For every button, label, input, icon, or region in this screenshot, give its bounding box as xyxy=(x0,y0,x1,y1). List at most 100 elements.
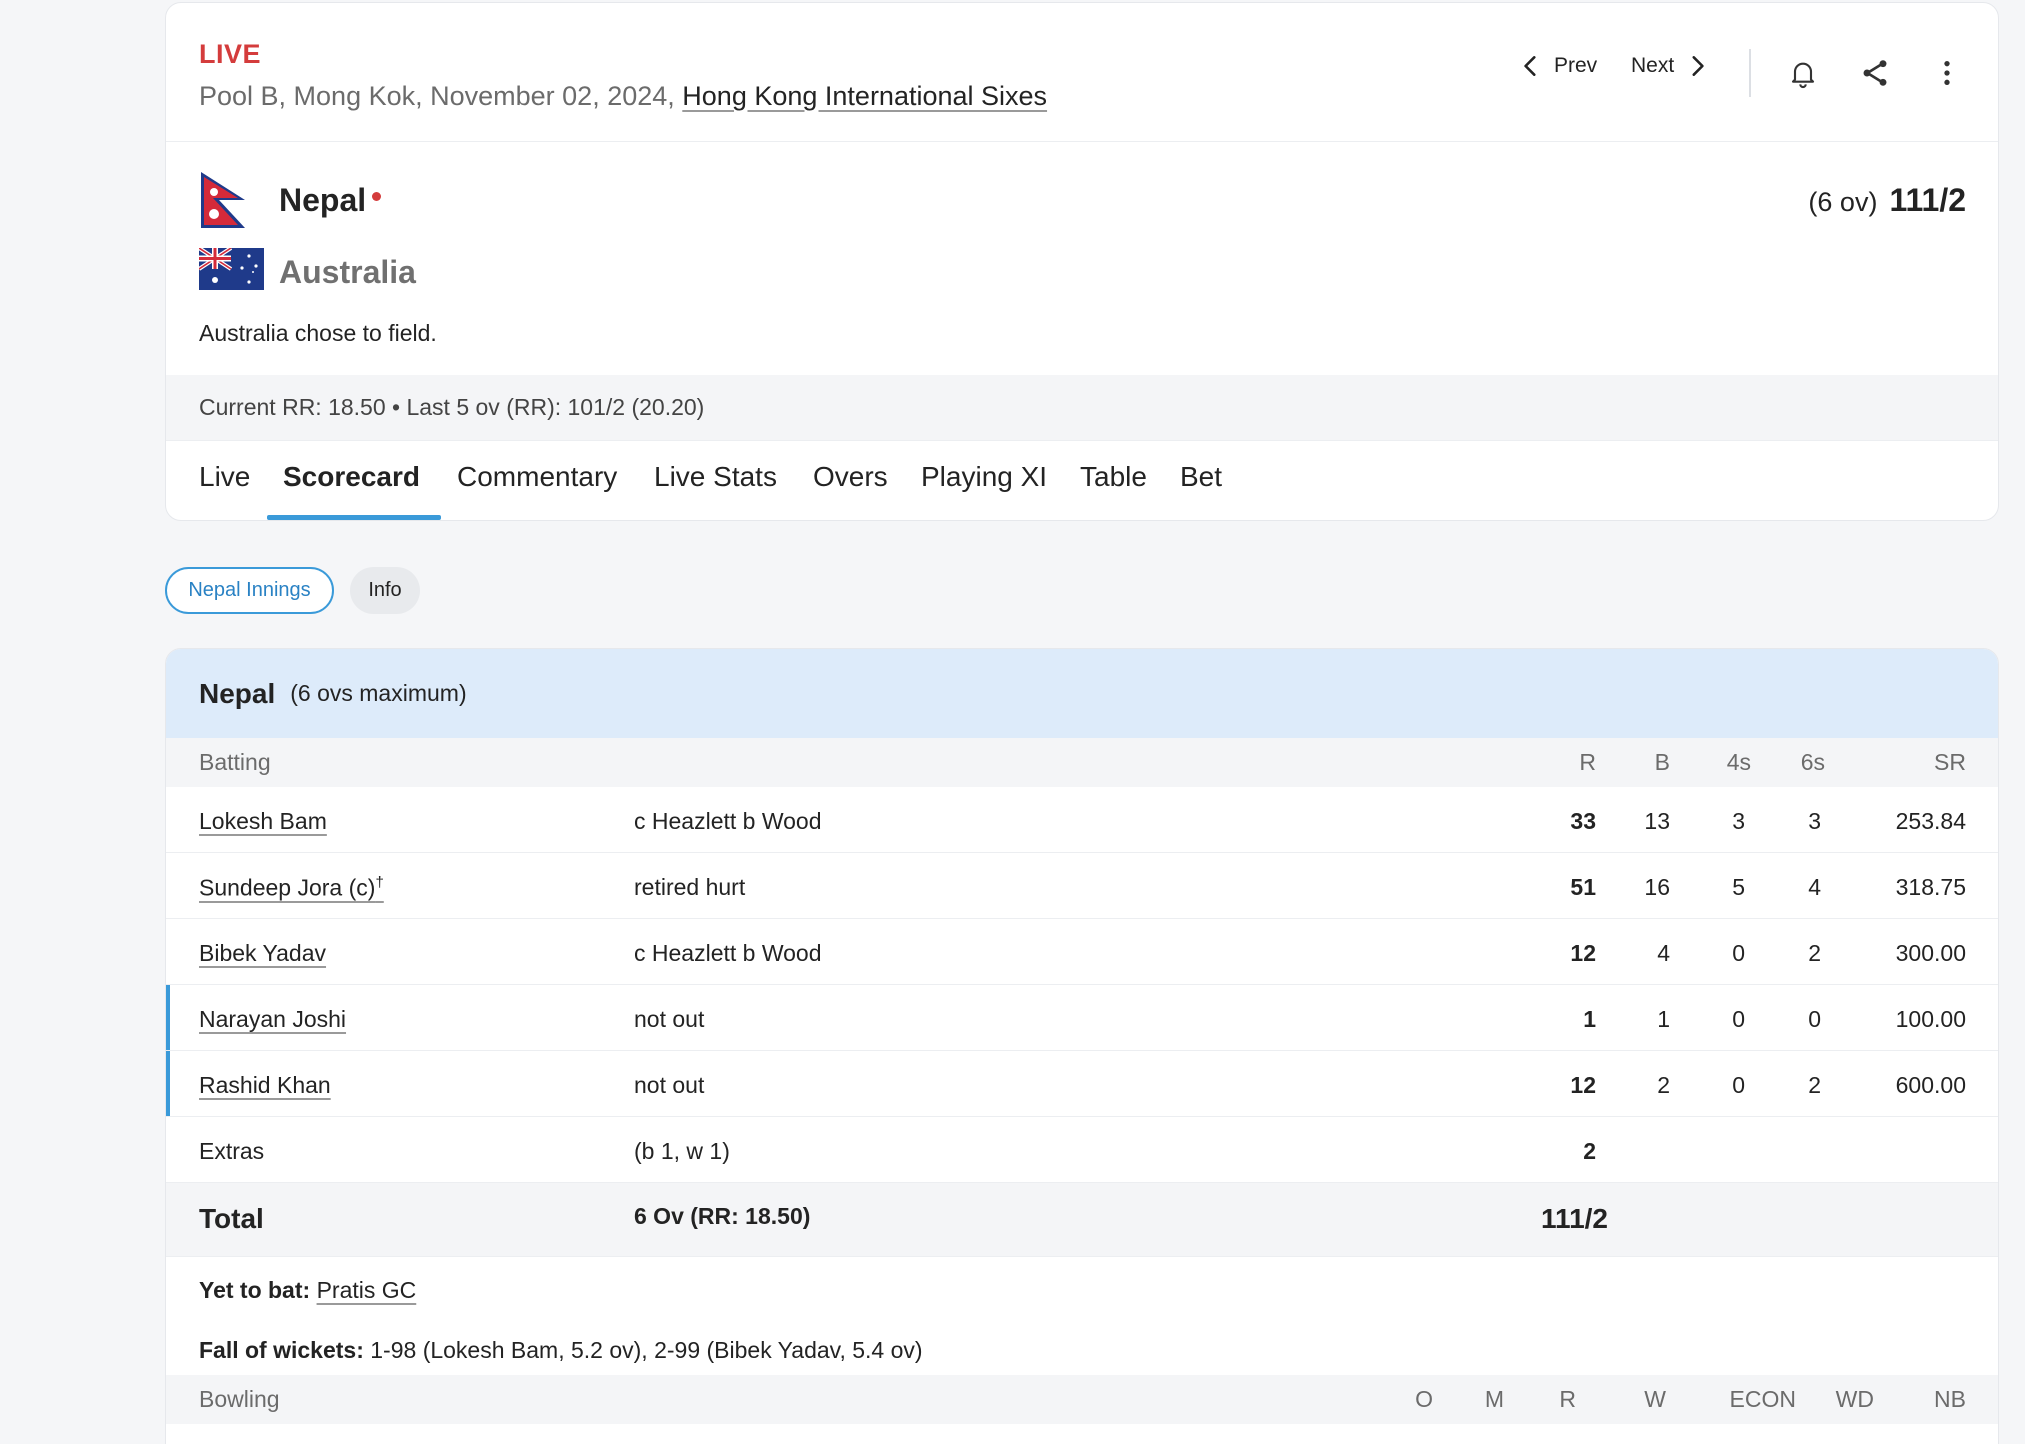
runs-wickets: 111/2 xyxy=(1889,182,1966,218)
more-options-icon[interactable] xyxy=(1929,55,1965,91)
match-details: Pool B, Mong Kok, November 02, 2024, xyxy=(199,81,675,111)
batter-name[interactable]: Bibek Yadav xyxy=(199,940,326,967)
total-row: Total 6 Ov (RR: 18.50) 111/2 xyxy=(166,1183,1998,1257)
col-nb: NB xyxy=(1934,1386,1966,1412)
batter-name[interactable]: Lokesh Bam xyxy=(199,808,327,835)
australia-flag-icon xyxy=(199,248,264,290)
prev-match-button[interactable]: Prev xyxy=(1518,53,1597,79)
fours: 0 xyxy=(1732,1006,1745,1032)
tab-bet[interactable]: Bet xyxy=(1180,461,1222,493)
fall-of-wickets-label: Fall of wickets: xyxy=(199,1337,364,1363)
divider xyxy=(1749,49,1751,97)
teams-section: Nepal Australia (6 ov) 111/2 Australia ch… xyxy=(166,142,1998,375)
col-wd: WD xyxy=(1835,1386,1874,1412)
dismissal: c Heazlett b Wood xyxy=(634,808,822,834)
batter-name[interactable]: Rashid Khan xyxy=(199,1072,331,1099)
total-detail: 6 Ov (RR: 18.50) xyxy=(634,1203,811,1229)
extras-label: Extras xyxy=(199,1138,265,1164)
strike-rate: 318.75 xyxy=(1895,874,1966,900)
batter-name[interactable]: Narayan Joshi xyxy=(199,1006,346,1033)
batting-team-name: Nepal xyxy=(279,182,382,219)
batter-name[interactable]: Sundeep Jora (c)† xyxy=(199,874,384,902)
bell-icon[interactable] xyxy=(1785,55,1821,91)
batter-row-at-crease: Narayan Joshi not out 1 1 0 0 100.00 xyxy=(166,985,1998,1051)
batting-label: Batting xyxy=(199,749,271,775)
dismissal: c Heazlett b Wood xyxy=(634,940,822,966)
bowling-label: Bowling xyxy=(199,1386,280,1412)
col-r-bowl: R xyxy=(1559,1386,1576,1412)
scorecard: Nepal (6 ovs maximum) Batting R B 4s 6s … xyxy=(165,648,1999,1444)
fall-of-wickets-line: Fall of wickets: 1-98 (Lokesh Bam, 5.2 o… xyxy=(199,1337,923,1364)
col-m: M xyxy=(1484,1386,1504,1412)
info-pill[interactable]: Info xyxy=(350,567,420,614)
share-icon[interactable] xyxy=(1857,55,1893,91)
tab-playing-xi[interactable]: Playing XI xyxy=(921,461,1047,493)
innings-pill-nepal[interactable]: Nepal Innings xyxy=(165,567,334,614)
col-econ: ECON xyxy=(1729,1386,1796,1412)
bowling-header: Bowling O M R W ECON WD NB xyxy=(166,1375,1998,1424)
live-status: LIVE xyxy=(199,39,262,69)
col-b: B xyxy=(1654,749,1670,775)
extras-detail: (b 1, w 1) xyxy=(634,1138,730,1164)
tab-scorecard[interactable]: Scorecard xyxy=(283,461,420,493)
strike-rate: 253.84 xyxy=(1895,808,1966,834)
keeper-mark: † xyxy=(375,874,384,891)
tab-overs[interactable]: Overs xyxy=(813,461,888,493)
dismissal: retired hurt xyxy=(634,874,746,900)
prev-label: Prev xyxy=(1554,54,1598,77)
next-match-button[interactable]: Next xyxy=(1631,53,1710,79)
fall-of-wickets-value: 1-98 (Lokesh Bam, 5.2 ov), 2-99 (Bibek Y… xyxy=(370,1337,923,1363)
sixes: 2 xyxy=(1808,940,1821,966)
yet-to-bat-line: Yet to bat: Pratis GC xyxy=(199,1277,416,1304)
match-header-card: LIVE Pool B, Mong Kok, November 02, 2024… xyxy=(165,2,1999,521)
innings-team: Nepal xyxy=(199,677,276,709)
run-rate-text: Current RR: 18.50 • Last 5 ov (RR): 101/… xyxy=(199,394,705,420)
total-label: Total xyxy=(199,1203,264,1234)
col-o: O xyxy=(1415,1386,1433,1412)
sixes: 2 xyxy=(1808,1072,1821,1098)
batter-name-text: Sundeep Jora (c) xyxy=(199,874,376,901)
batting-header: Batting R B 4s 6s SR xyxy=(166,738,1998,787)
extras-value: 2 xyxy=(1583,1138,1596,1164)
strike-rate: 100.00 xyxy=(1895,1006,1966,1032)
bowling-team-name: Australia xyxy=(279,254,416,290)
batting-team-label: Nepal xyxy=(279,182,367,218)
runs: 12 xyxy=(1570,1072,1596,1098)
extras-row: Extras (b 1, w 1) 2 xyxy=(166,1117,1998,1183)
tab-bar: Live Scorecard Commentary Live Stats Ove… xyxy=(166,441,1998,520)
team-score: (6 ov) 111/2 xyxy=(1808,182,1966,219)
balls: 2 xyxy=(1657,1072,1670,1098)
overs-count: (6 ov) xyxy=(1808,187,1878,217)
balls: 4 xyxy=(1657,940,1670,966)
col-sr: SR xyxy=(1934,749,1966,775)
tab-table[interactable]: Table xyxy=(1080,461,1147,493)
tab-live[interactable]: Live xyxy=(199,461,250,493)
strike-rate: 600.00 xyxy=(1895,1072,1966,1098)
fours: 5 xyxy=(1732,874,1745,900)
tab-commentary[interactable]: Commentary xyxy=(457,461,617,493)
nepal-flag-icon xyxy=(201,172,245,228)
batting-indicator xyxy=(372,192,382,202)
series-link[interactable]: Hong Kong International Sixes xyxy=(682,81,1047,111)
match-header: LIVE Pool B, Mong Kok, November 02, 2024… xyxy=(166,3,1998,142)
batter-row: Sundeep Jora (c)† retired hurt 51 16 5 4… xyxy=(166,853,1998,919)
runs: 1 xyxy=(1583,1006,1596,1032)
col-r: R xyxy=(1579,749,1596,775)
yet-to-bat-label: Yet to bat: xyxy=(199,1277,311,1303)
runs: 51 xyxy=(1570,874,1596,900)
runs: 12 xyxy=(1570,940,1596,966)
match-info: Pool B, Mong Kok, November 02, 2024, Hon… xyxy=(199,81,1047,112)
total-value: 111/2 xyxy=(1541,1203,1608,1234)
active-tab-indicator xyxy=(267,515,441,520)
tab-live-stats[interactable]: Live Stats xyxy=(654,461,777,493)
balls: 16 xyxy=(1644,874,1670,900)
col-6s: 6s xyxy=(1800,749,1825,775)
chevron-right-icon xyxy=(1692,56,1704,76)
yet-to-bat-player[interactable]: Pratis GC xyxy=(317,1277,417,1303)
innings-subtitle: (6 ovs maximum) xyxy=(290,680,467,706)
dismissal: not out xyxy=(634,1006,705,1032)
batter-row-at-crease: Rashid Khan not out 12 2 0 2 600.00 xyxy=(166,1051,1998,1117)
yet-to-bat: Yet to bat: Pratis GC xyxy=(166,1257,1998,1321)
balls: 1 xyxy=(1657,1006,1670,1032)
col-w: W xyxy=(1644,1386,1666,1412)
